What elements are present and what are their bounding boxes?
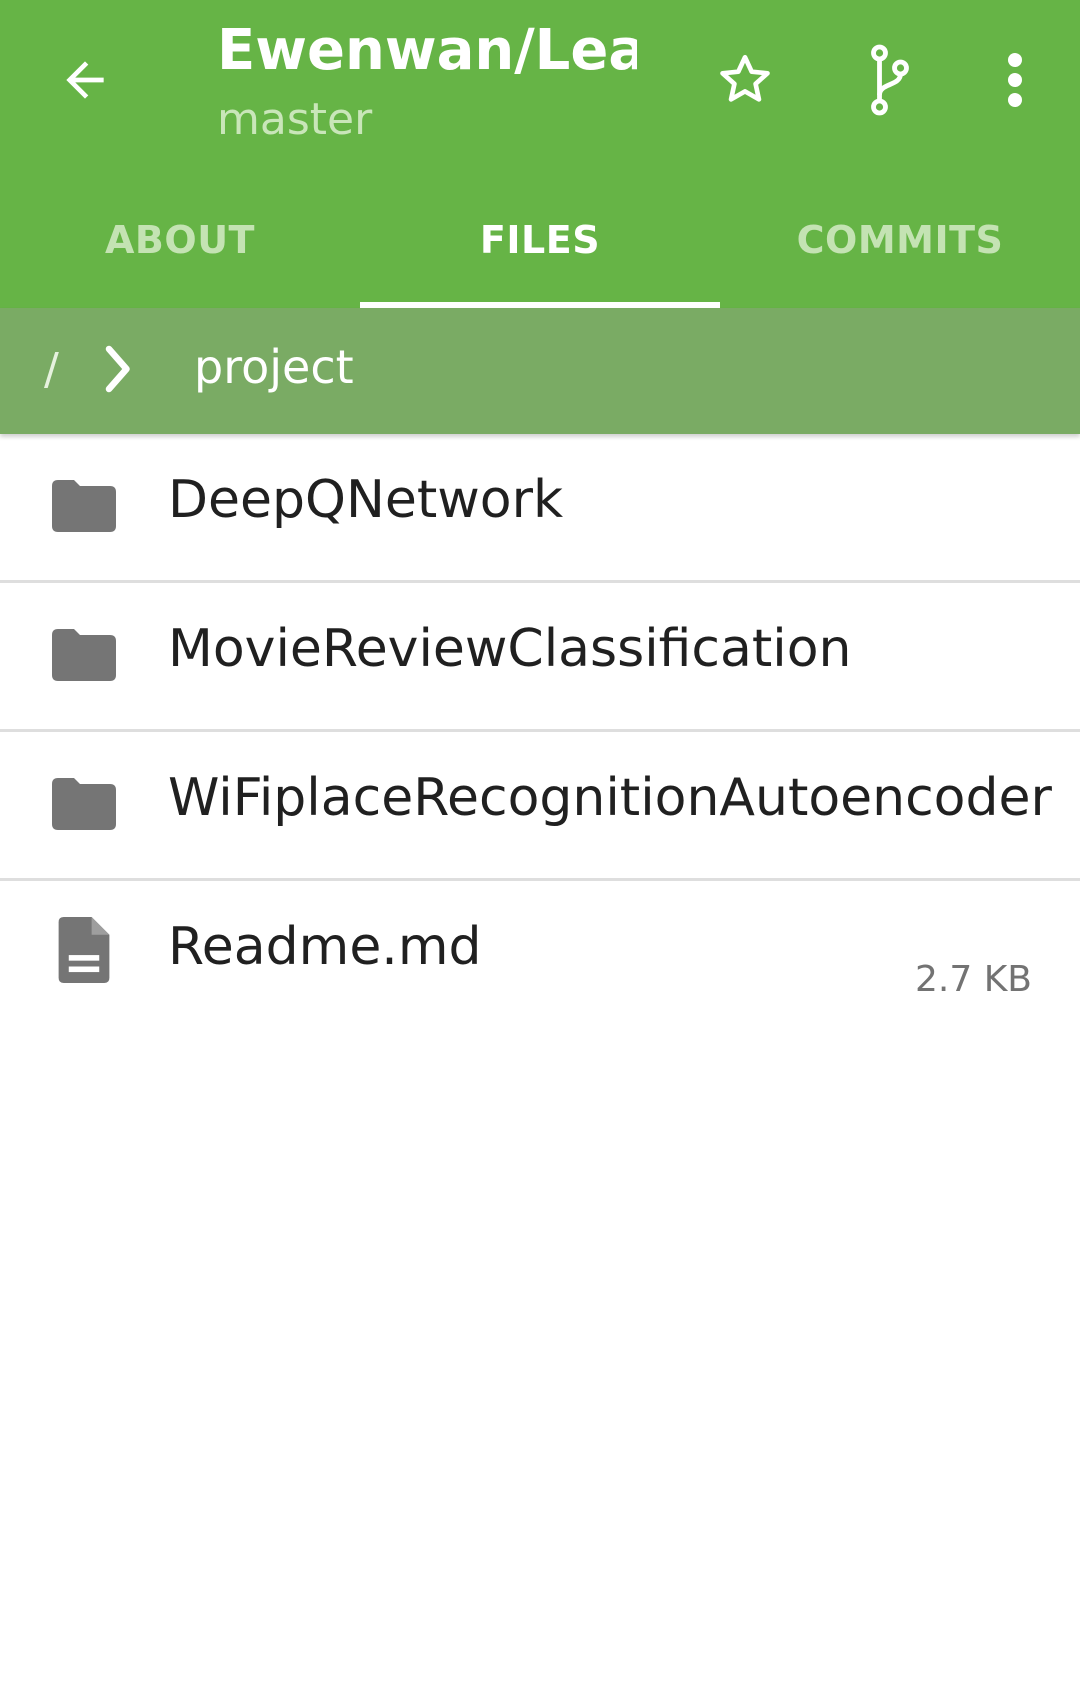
file-name: DeepQNetwork	[168, 470, 564, 530]
breadcrumb: / project	[0, 308, 1080, 434]
folder-icon	[52, 778, 116, 830]
tab-about-label: ABOUT	[105, 218, 255, 262]
file-list: DeepQNetwork MovieReviewClassification W…	[0, 434, 1080, 1027]
arrow-back-icon	[66, 61, 104, 99]
back-button[interactable]	[40, 30, 130, 130]
tab-about[interactable]: ABOUT	[0, 196, 360, 308]
file-name: Readme.md	[168, 917, 482, 977]
folder-icon	[52, 480, 116, 532]
list-item-folder[interactable]: MovieReviewClassification	[0, 583, 1080, 732]
file-size: 2.7 KB	[915, 959, 1032, 1000]
tab-files-label: FILES	[479, 218, 601, 262]
git-branch-icon	[871, 44, 909, 116]
file-name: WiFiplaceRecognitionAutoencoder	[168, 768, 1052, 828]
tab-commits[interactable]: COMMITS	[720, 196, 1080, 308]
tab-files[interactable]: FILES	[360, 196, 720, 308]
toolbar: Ewenwan/Lea… master	[0, 0, 1080, 308]
star-outline-icon	[720, 54, 770, 102]
repo-title: Ewenwan/Lea…	[217, 18, 637, 83]
app-root: Ewenwan/Lea… master	[0, 0, 1080, 1699]
tab-bar: ABOUT FILES COMMITS	[0, 196, 1080, 308]
file-name: MovieReviewClassification	[168, 619, 852, 679]
list-item-file[interactable]: Readme.md 2.7 KB	[0, 881, 1080, 1027]
list-item-folder[interactable]: WiFiplaceRecognitionAutoencoder	[0, 732, 1080, 881]
breadcrumb-current[interactable]: project	[194, 340, 354, 394]
more-vert-icon	[1008, 53, 1022, 107]
document-icon	[58, 917, 110, 983]
more-options-button[interactable]	[970, 30, 1060, 130]
folder-icon	[52, 629, 116, 681]
breadcrumb-root[interactable]: /	[44, 344, 59, 395]
branch-button[interactable]	[840, 30, 940, 130]
branch-subtitle: master	[217, 94, 373, 145]
tab-commits-label: COMMITS	[796, 218, 1004, 262]
chevron-right-icon	[105, 345, 130, 393]
star-button[interactable]	[695, 30, 795, 130]
list-item-folder[interactable]: DeepQNetwork	[0, 434, 1080, 583]
